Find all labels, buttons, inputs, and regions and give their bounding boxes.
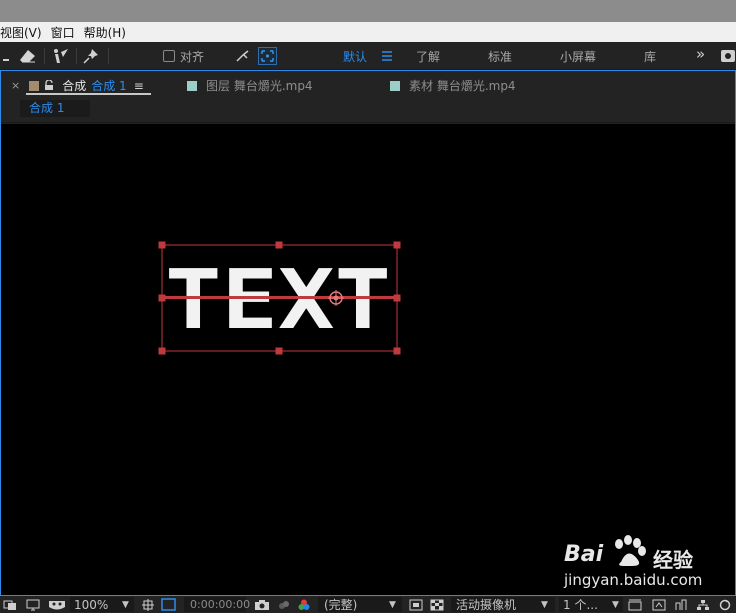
label-color-swatch bbox=[29, 80, 40, 91]
channel-rgb-icon[interactable] bbox=[297, 596, 311, 613]
tab-footage[interactable]: 素材 舞台爝光.mp4 bbox=[390, 77, 516, 94]
transform-handle[interactable] bbox=[393, 294, 401, 302]
composition-viewer[interactable]: TEXT Bai 经验 jingyan.baidu.com bbox=[1, 124, 735, 595]
snap-checkbox[interactable] bbox=[163, 50, 175, 62]
close-tab-icon[interactable]: × bbox=[11, 79, 20, 92]
chevron-down-icon: ▼ bbox=[541, 599, 548, 610]
toolbar-divider bbox=[76, 48, 77, 64]
menu-view[interactable]: 视图(V) bbox=[0, 24, 49, 41]
view-layout-value: 1 个... bbox=[563, 598, 598, 612]
snap-label: 对齐 bbox=[180, 50, 205, 64]
region-of-interest-icon[interactable] bbox=[160, 596, 178, 613]
reset-exposure-icon[interactable] bbox=[718, 596, 732, 613]
timeline-icon[interactable] bbox=[674, 596, 688, 613]
transform-handle[interactable] bbox=[275, 241, 283, 249]
window-titlebar bbox=[0, 0, 736, 22]
transparency-grid-icon[interactable] bbox=[430, 596, 444, 613]
roto-brush-tool-icon[interactable] bbox=[50, 46, 72, 66]
text-layer-content: TEXT bbox=[165, 253, 391, 348]
eraser-tool-icon[interactable] bbox=[18, 46, 38, 66]
active-tab-underline bbox=[26, 93, 151, 95]
chevron-down-icon: ▼ bbox=[389, 599, 396, 610]
text-layer[interactable]: TEXT bbox=[165, 253, 391, 348]
workspace-default[interactable]: 默认 bbox=[343, 48, 367, 65]
workspace-small-screen[interactable]: 小屏幕 bbox=[560, 48, 596, 65]
tab-layer[interactable]: 图层 舞台爝光.mp4 bbox=[187, 77, 313, 94]
baidu-jingyan-watermark: Bai 经验 jingyan.baidu.com bbox=[556, 534, 731, 590]
panel-menu-icon[interactable]: ≡ bbox=[134, 79, 144, 93]
workspace-menu-icon[interactable] bbox=[380, 46, 394, 66]
fast-previews-icon[interactable] bbox=[409, 596, 423, 613]
menu-help[interactable]: 帮助(H) bbox=[82, 24, 133, 41]
transform-handle[interactable] bbox=[275, 347, 283, 355]
label-color-swatch bbox=[187, 80, 197, 91]
tab-composition[interactable]: × 合成 合成 1 ≡ bbox=[11, 77, 144, 94]
show-snapshot-icon[interactable] bbox=[277, 596, 291, 613]
tab-composition-prefix: 合成 bbox=[62, 79, 87, 93]
tools-toolbar: 对齐 默认 了解 标准 小屏幕 库 » bbox=[0, 42, 736, 70]
search-help-icon[interactable] bbox=[720, 46, 736, 66]
fit-icon[interactable] bbox=[141, 596, 155, 613]
viewer-status-bar: 100% ▼ 0:00:00:00 (完整) ▼ 活动摄像机 ▼ 1 个... … bbox=[0, 596, 736, 613]
workspace-standard[interactable]: 标准 bbox=[488, 48, 512, 65]
comp-breadcrumb[interactable]: 合成 1 bbox=[20, 100, 90, 117]
camera-view-value: 活动摄像机 bbox=[456, 598, 517, 612]
comp-navigator-row: 合成 1 bbox=[1, 97, 735, 123]
snap-edges-icon[interactable] bbox=[234, 46, 252, 66]
transform-handle[interactable] bbox=[393, 241, 401, 249]
fast-preview-icon[interactable] bbox=[652, 596, 666, 613]
transform-handle[interactable] bbox=[158, 241, 166, 249]
flowchart-icon[interactable] bbox=[696, 596, 710, 613]
puppet-pin-tool-icon[interactable] bbox=[82, 46, 100, 66]
toolbar-divider bbox=[44, 48, 45, 64]
transform-handle[interactable] bbox=[393, 347, 401, 355]
paw-logo-icon bbox=[615, 535, 646, 566]
timecode-value: 0:00:00:00 bbox=[190, 598, 251, 611]
toolbar-divider bbox=[108, 48, 109, 64]
snap-features-button[interactable] bbox=[258, 47, 277, 65]
workspace-learn[interactable]: 了解 bbox=[416, 48, 440, 65]
snapshot-camera-icon[interactable] bbox=[254, 596, 270, 613]
transform-handle[interactable] bbox=[158, 347, 166, 355]
tab-layer-label: 图层 舞台爝光.mp4 bbox=[206, 79, 313, 93]
zoom-value: 100% bbox=[74, 597, 109, 612]
mask-visibility-icon[interactable] bbox=[48, 596, 66, 613]
menu-bar: 视图(V) 窗口 帮助(H) bbox=[0, 22, 736, 42]
toggle-pixel-aspect-icon[interactable] bbox=[628, 596, 642, 613]
brush-tool-icon[interactable] bbox=[0, 46, 12, 66]
menu-window[interactable]: 窗口 bbox=[49, 24, 82, 41]
monitor-icon[interactable] bbox=[26, 596, 40, 613]
watermark-brand: Bai bbox=[564, 542, 604, 567]
always-preview-icon[interactable] bbox=[3, 596, 17, 613]
workspace-libraries[interactable]: 库 bbox=[644, 48, 656, 65]
more-workspaces-button[interactable]: » bbox=[696, 45, 705, 63]
lock-icon[interactable] bbox=[44, 80, 54, 91]
watermark-brand-suffix: 经验 bbox=[653, 548, 693, 572]
chevron-down-icon: ▼ bbox=[122, 599, 129, 610]
watermark-url: jingyan.baidu.com bbox=[564, 571, 703, 589]
label-color-swatch bbox=[390, 80, 400, 91]
panel-tab-row: × 合成 合成 1 ≡ 图层 舞台爝光.mp4 素材 舞台爝光.mp4 bbox=[1, 71, 735, 97]
tab-composition-name: 合成 1 bbox=[91, 79, 127, 93]
chevron-down-icon: ▼ bbox=[612, 599, 619, 610]
tab-footage-label: 素材 舞台爝光.mp4 bbox=[409, 79, 516, 93]
transform-handle[interactable] bbox=[158, 294, 166, 302]
resolution-value: (完整) bbox=[324, 598, 358, 612]
